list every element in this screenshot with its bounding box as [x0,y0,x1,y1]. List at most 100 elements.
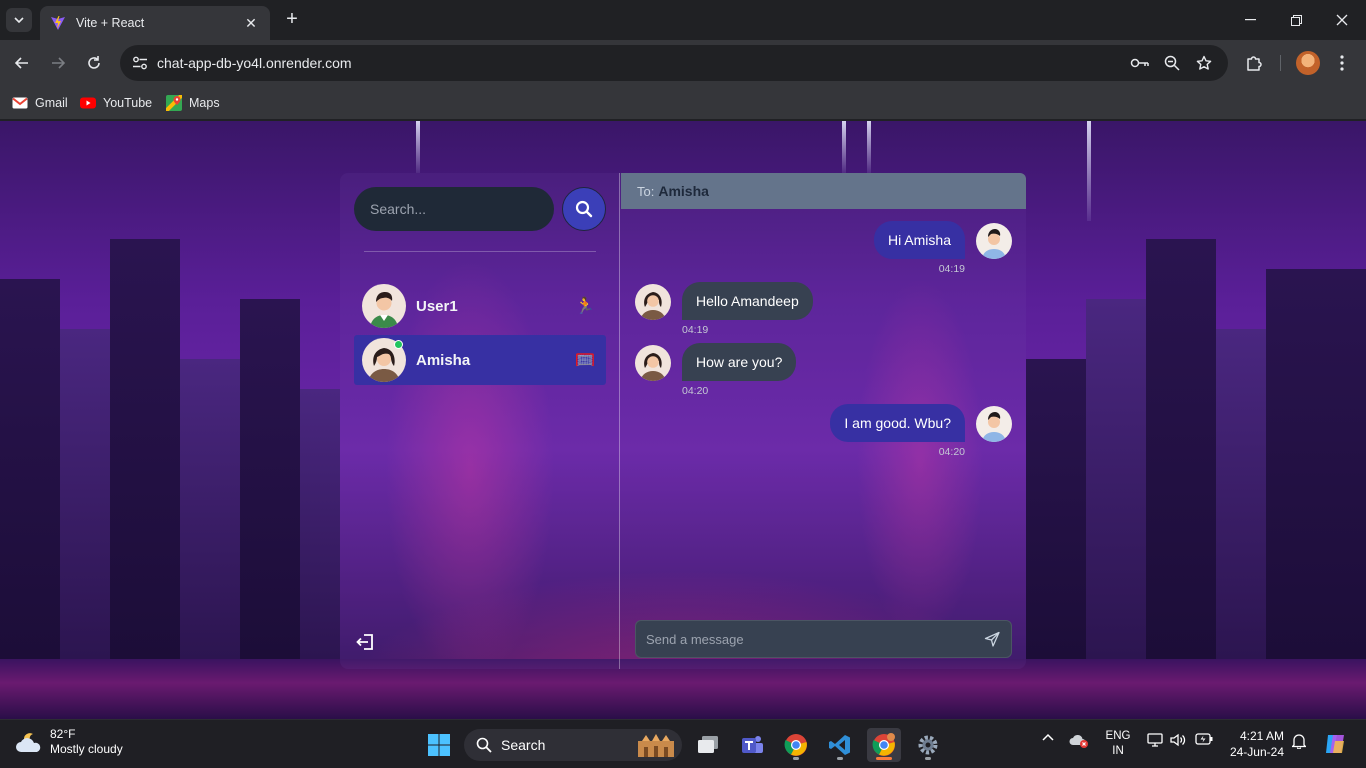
bookmark-star-icon[interactable] [1194,53,1214,73]
teams-icon [742,736,763,753]
start-button[interactable] [422,728,456,762]
building [1266,269,1366,659]
conversation-item-user1[interactable]: User1 🏃 [354,281,606,331]
to-label: To: [637,183,655,199]
taskbar: 82°F Mostly cloudy Search ENG IN 4:21 AM… [0,719,1366,768]
bookmark-gmail[interactable]: Gmail [12,93,68,113]
notifications-button[interactable] [1290,733,1308,749]
bookmarks-bar: Gmail YouTube Maps [0,86,1366,120]
building [180,359,240,659]
search-placeholder: Search... [370,201,427,217]
clock-time: 4:21 AM [1239,729,1284,743]
reload-button[interactable] [82,51,106,75]
logout-button[interactable] [356,632,376,652]
building [0,279,60,659]
conversation-name: User1 [416,297,458,315]
chevron-down-icon [14,17,24,23]
toolbar-divider [1280,55,1281,71]
bookmark-label: Maps [189,96,220,110]
onedrive-status[interactable] [1068,733,1090,749]
running-indicator [793,757,799,760]
task-view-button[interactable] [691,728,725,762]
send-button[interactable] [983,630,1001,648]
search-icon [476,737,492,753]
tab-title: Vite + React [76,16,145,30]
bookmark-label: YouTube [103,96,153,110]
close-icon [1336,14,1348,26]
message-bubble-received: How are you? [682,343,797,381]
chrome-profile-app[interactable] [867,728,901,762]
weather-condition: Mostly cloudy [50,742,123,756]
chevron-up-icon [1042,733,1054,741]
extensions-icon[interactable] [1242,51,1266,75]
network-status[interactable] [1146,733,1164,747]
running-indicator [837,757,843,760]
language-indicator[interactable]: ENG IN [1100,729,1136,759]
goal-net-icon: 🥅 [575,352,595,369]
recipient-name: Amisha [658,183,709,199]
minimize-icon [1244,19,1256,21]
page-viewport: Search... User1 🏃 Amisha 🥅 To: Amisha Hi… [0,121,1366,719]
maps-icon [166,95,182,111]
settings-app[interactable] [911,728,945,762]
restore-icon [1290,14,1302,26]
volume-control[interactable] [1169,733,1187,747]
forward-button[interactable] [46,51,70,75]
taskbar-search-label: Search [501,737,546,753]
message-text: How are you? [696,354,783,370]
bookmark-maps[interactable]: Maps [166,93,220,113]
light-beam [416,121,420,173]
taskbar-search[interactable]: Search [464,729,682,761]
tab-search-button[interactable] [6,8,32,32]
password-key-icon[interactable] [1130,53,1150,73]
minimize-button[interactable] [1230,8,1270,32]
language-line1: ENG [1105,730,1131,742]
message-text: Hi Amisha [887,232,951,248]
reload-icon [88,56,100,69]
conversation-item-amisha[interactable]: Amisha 🥅 [354,335,606,385]
chrome-icon [784,734,807,756]
send-icon [984,631,1000,647]
menu-kebab-icon[interactable] [1330,51,1354,75]
battery-status[interactable] [1194,733,1214,745]
chrome-app[interactable] [779,728,813,762]
address-bar[interactable]: chat-app-db-yo4l.onrender.com [120,45,1228,81]
search-highlight-icon [638,734,674,757]
tray-overflow-button[interactable] [1040,733,1056,741]
new-tab-button[interactable]: + [282,9,302,30]
gmail-icon [12,97,28,109]
search-button[interactable] [562,187,606,231]
logout-icon [356,634,373,650]
tab-strip: Vite + React ✕ + [0,0,1366,40]
close-tab-icon[interactable]: ✕ [242,14,260,32]
sidebar-divider [364,251,596,252]
building [1086,299,1146,659]
message-time: 04:19 [938,263,965,275]
gear-icon [918,735,938,755]
back-button[interactable] [10,51,34,75]
message-row: How are you? 04:20 [621,343,1026,399]
arrow-right-icon [52,57,66,69]
system-clock[interactable]: 4:21 AM 24-Jun-24 [1226,728,1284,760]
message-input[interactable]: Send a message [635,620,1012,658]
cloud-error-icon [1069,734,1088,748]
copilot-button[interactable] [1318,729,1352,759]
speaker-icon [1170,733,1186,747]
bookmark-youtube[interactable]: YouTube [80,93,152,113]
avatar [976,223,1012,259]
active-tab[interactable]: Vite + React ✕ [40,6,270,40]
profile-avatar[interactable] [1296,51,1320,75]
url-text[interactable]: chat-app-db-yo4l.onrender.com [157,55,352,71]
search-input[interactable]: Search... [354,187,554,231]
vite-icon [51,16,65,30]
search-icon [575,200,593,218]
close-window-button[interactable] [1322,8,1362,32]
vscode-app[interactable] [823,728,857,762]
site-info-button[interactable] [128,51,152,75]
building [240,299,300,659]
weather-widget[interactable]: 82°F Mostly cloudy [14,727,123,757]
zoom-icon[interactable] [1162,53,1182,73]
teams-app[interactable] [735,728,769,762]
restore-button[interactable] [1276,8,1316,32]
message-bubble-sent: I am good. Wbu? [830,404,965,442]
